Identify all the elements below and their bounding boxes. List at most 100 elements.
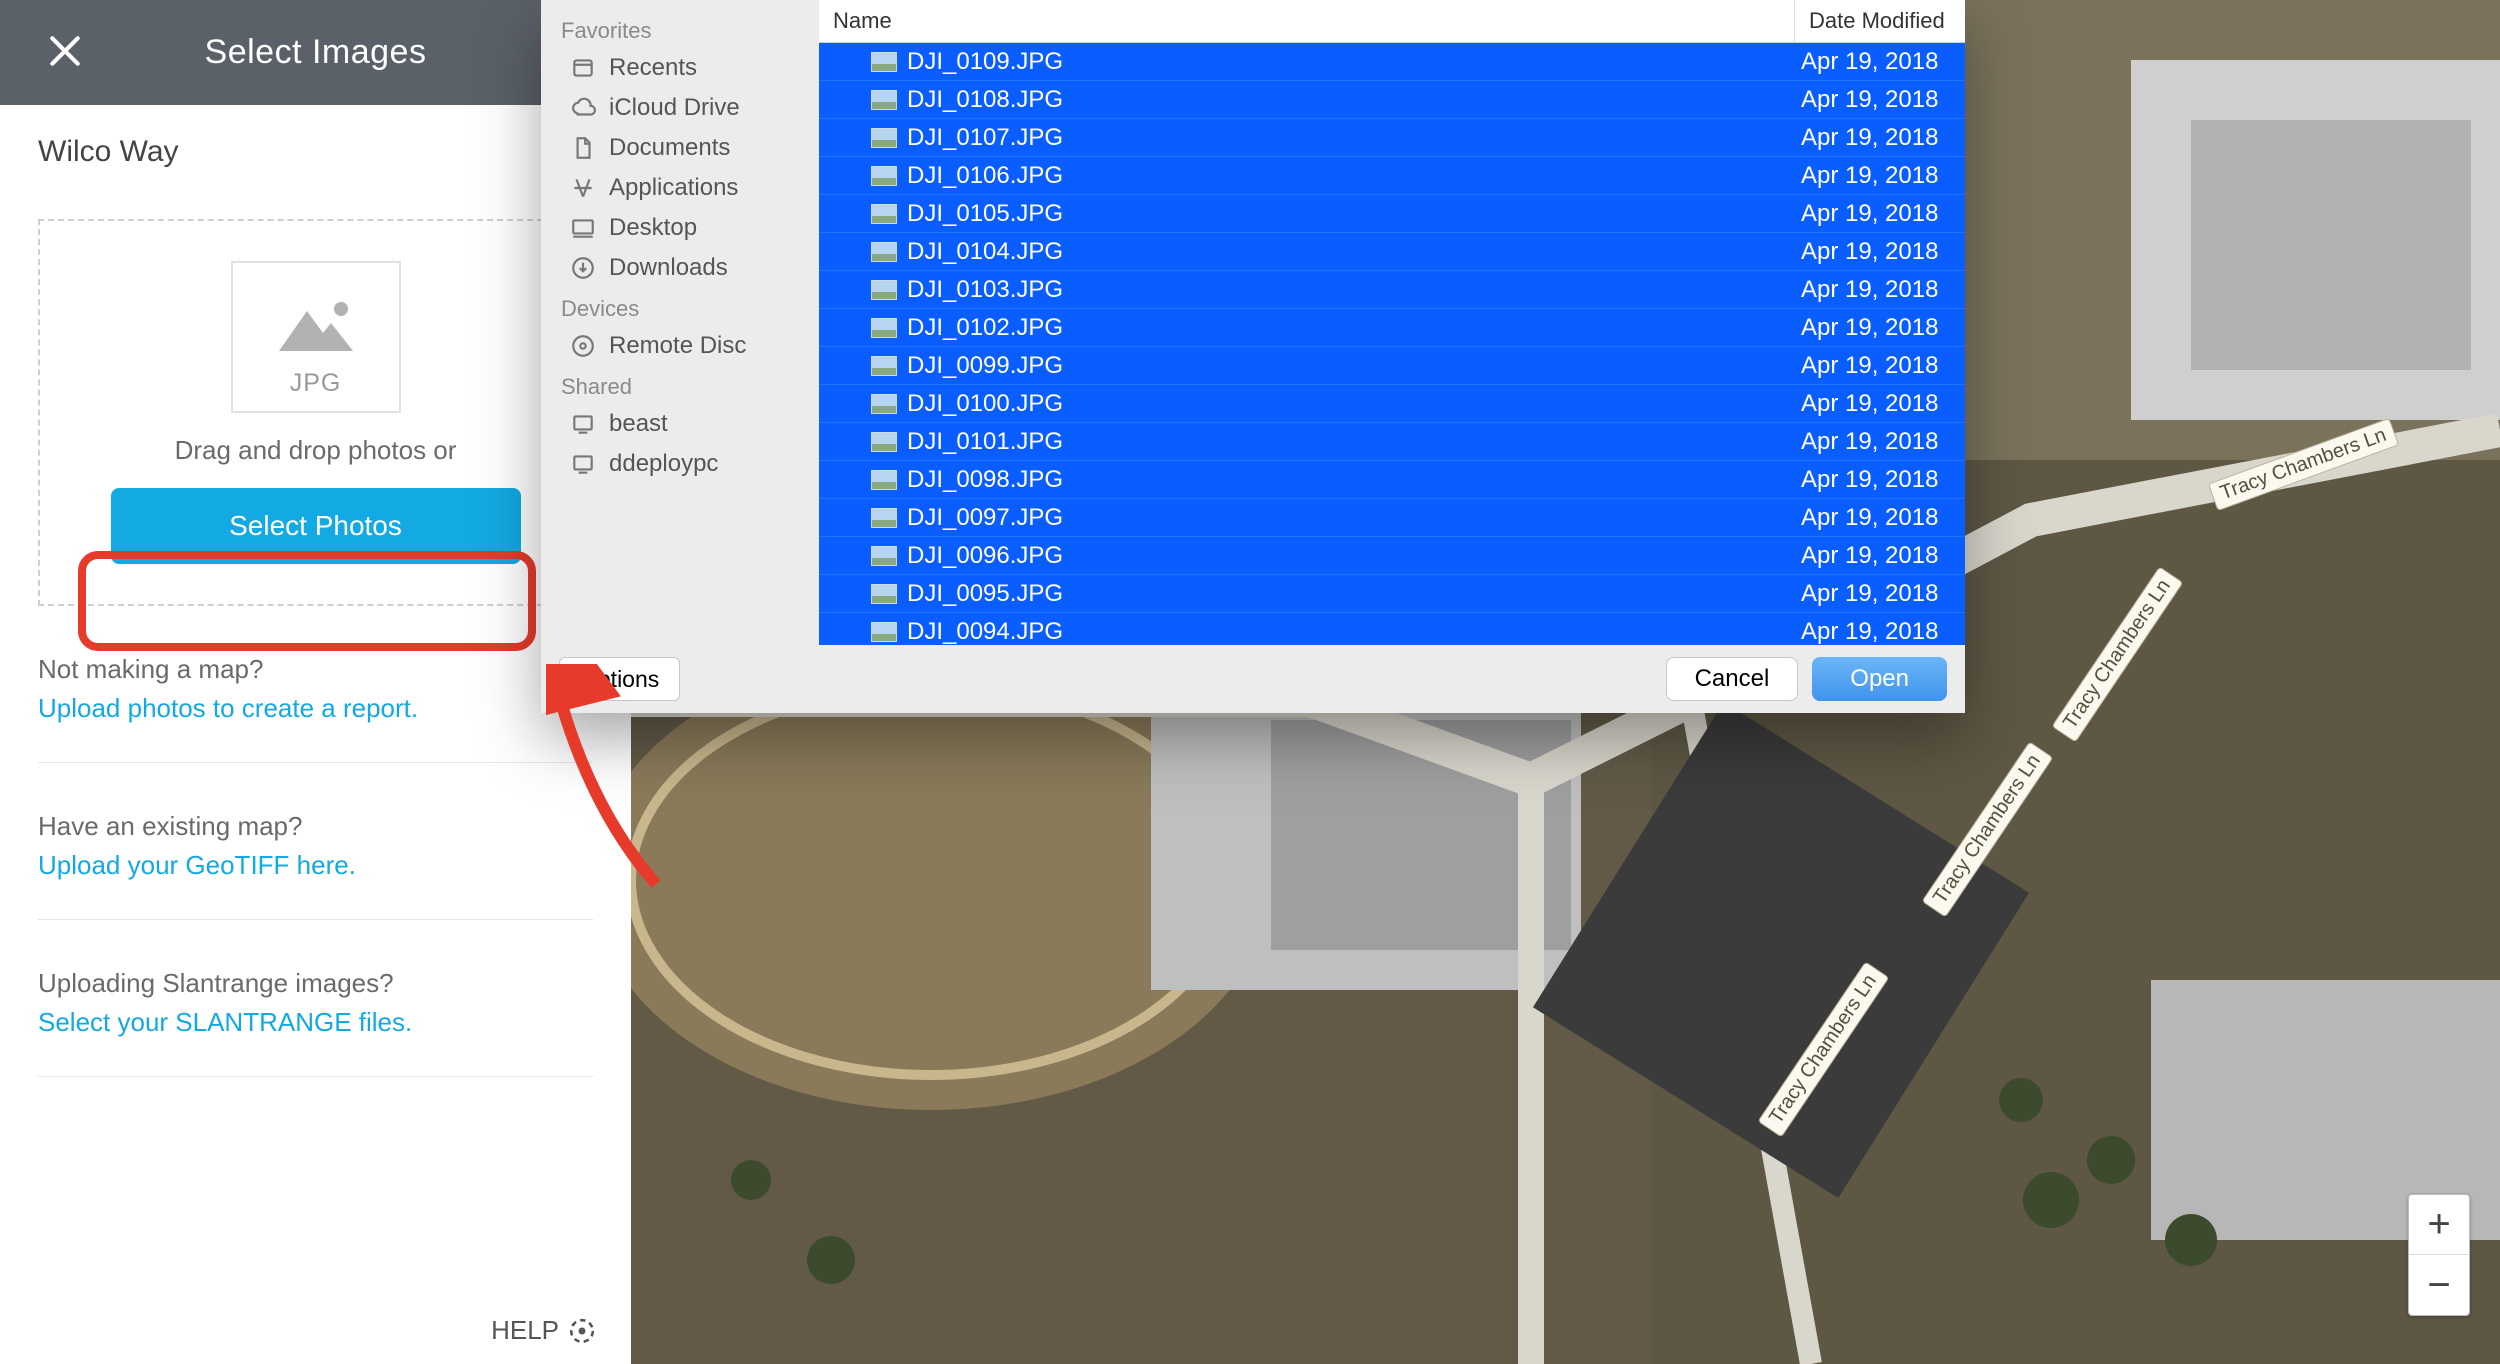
sidebar-item-favorites[interactable]: Applications <box>541 168 819 208</box>
project-name: Wilco Way <box>38 135 593 169</box>
file-row[interactable]: DJI_0097.JPG Apr 19, 2018 <box>819 499 1965 537</box>
zoom-in-button[interactable]: + <box>2409 1195 2469 1255</box>
filetype-label: JPG <box>290 369 342 398</box>
open-button[interactable]: Open <box>1812 657 1947 701</box>
help-icon <box>569 1318 595 1344</box>
file-name: DJI_0098.JPG <box>907 466 1063 494</box>
info-link[interactable]: Select your SLANTRANGE files. <box>38 1007 412 1037</box>
file-date: Apr 19, 2018 <box>1795 542 1965 570</box>
image-file-icon <box>871 52 897 72</box>
dropzone-text: Drag and drop photos or <box>90 435 541 466</box>
sidebar-item-favorites[interactable]: iCloud Drive <box>541 88 819 128</box>
file-row[interactable]: DJI_0108.JPGApr 19, 2018 <box>819 81 1965 119</box>
photo-dropzone[interactable]: JPG Drag and drop photos or Select Photo… <box>38 219 593 606</box>
image-file-icon <box>871 394 897 414</box>
sidebar-item-shared[interactable]: ddeploypc <box>541 444 819 484</box>
sidebar-item-label: iCloud Drive <box>609 94 740 122</box>
zoom-out-button[interactable]: − <box>2409 1255 2469 1315</box>
sidebar-heading-favorites: Favorites <box>541 10 819 48</box>
sidebar-item-favorites[interactable]: Recents <box>541 48 819 88</box>
sidebar-item-label: Downloads <box>609 254 728 282</box>
file-row[interactable]: DJI_0102.JPG Apr 19, 2018 <box>819 309 1965 347</box>
file-row[interactable]: DJI_0096.JPG Apr 19, 2018 <box>819 537 1965 575</box>
file-name: DJI_0095.JPG <box>907 580 1063 608</box>
zoom-control: + − <box>2408 1194 2470 1316</box>
sidebar-item-label: Desktop <box>609 214 697 242</box>
info-link[interactable]: Upload your GeoTIFF here. <box>38 850 356 880</box>
sidebar-item-label: Recents <box>609 54 697 82</box>
sidebar-item-favorites[interactable]: Downloads <box>541 248 819 288</box>
sidebar-heading-shared: Shared <box>541 366 819 404</box>
help-label: HELP <box>491 1315 559 1346</box>
file-name: DJI_0104.JPG <box>907 238 1063 266</box>
sidebar-item-label: beast <box>609 410 668 438</box>
sidebar-item-label: Documents <box>609 134 730 162</box>
file-name: DJI_0102.JPG <box>907 314 1063 342</box>
info-block: Not making a map?Upload photos to create… <box>38 654 593 763</box>
cancel-button[interactable]: Cancel <box>1666 657 1799 701</box>
file-date: Apr 19, 2018 <box>1795 238 1965 266</box>
close-icon[interactable] <box>42 28 88 74</box>
column-date[interactable]: Date Modified <box>1795 0 1965 42</box>
image-file-icon <box>871 546 897 566</box>
image-file-icon <box>871 470 897 490</box>
file-list[interactable]: DJI_0109.JPGApr 19, 2018DJI_0108.JPGApr … <box>819 43 1965 645</box>
file-name: DJI_0094.JPG <box>907 618 1063 646</box>
file-row[interactable]: DJI_0100.JPG Apr 19, 2018 <box>819 385 1965 423</box>
beast-icon <box>569 410 597 438</box>
file-date: Apr 19, 2018 <box>1795 86 1965 114</box>
file-row[interactable]: DJI_0095.JPG Apr 19, 2018 <box>819 575 1965 613</box>
file-date: Apr 19, 2018 <box>1795 504 1965 532</box>
file-date: Apr 19, 2018 <box>1795 48 1965 76</box>
help-button[interactable]: HELP <box>491 1315 595 1346</box>
file-name: DJI_0109.JPG <box>907 48 1063 76</box>
file-date: Apr 19, 2018 <box>1795 466 1965 494</box>
file-name: DJI_0100.JPG <box>907 390 1063 418</box>
sidebar-item-favorites[interactable]: Documents <box>541 128 819 168</box>
file-name: DJI_0105.JPG <box>907 200 1063 228</box>
recents-icon <box>569 54 597 82</box>
image-file-icon <box>871 622 897 642</box>
sidebar-item-favorites[interactable]: Desktop <box>541 208 819 248</box>
file-date: Apr 19, 2018 <box>1795 124 1965 152</box>
file-row[interactable]: DJI_0106.JPGApr 19, 2018 <box>819 157 1965 195</box>
file-name: DJI_0099.JPG <box>907 352 1063 380</box>
file-list-header[interactable]: Name Date Modified <box>819 0 1965 43</box>
file-row[interactable]: DJI_0098.JPG Apr 19, 2018 <box>819 461 1965 499</box>
info-block: Uploading Slantrange images?Select your … <box>38 968 593 1077</box>
file-row[interactable]: DJI_0105.JPGApr 19, 2018 <box>819 195 1965 233</box>
file-date: Apr 19, 2018 <box>1795 352 1965 380</box>
sidebar-item-shared[interactable]: beast <box>541 404 819 444</box>
panel-title: Select Images <box>0 33 631 72</box>
remote-disc-icon <box>569 332 597 360</box>
file-name: DJI_0096.JPG <box>907 542 1063 570</box>
file-date: Apr 19, 2018 <box>1795 428 1965 456</box>
file-name: DJI_0097.JPG <box>907 504 1063 532</box>
column-name[interactable]: Name <box>819 0 1795 42</box>
file-name: DJI_0103.JPG <box>907 276 1063 304</box>
file-row[interactable]: DJI_0109.JPG Apr 19, 2018 <box>819 43 1965 81</box>
sidebar-item-label: Remote Disc <box>609 332 746 360</box>
file-date: Apr 19, 2018 <box>1795 390 1965 418</box>
file-date: Apr 19, 2018 <box>1795 314 1965 342</box>
select-images-panel: Select Images Wilco Way JPG Drag and dro… <box>0 0 631 1364</box>
file-date: Apr 19, 2018 <box>1795 580 1965 608</box>
file-row[interactable]: DJI_0094.JPG Apr 19, 2018 <box>819 613 1965 645</box>
filetype-tile: JPG <box>231 261 401 413</box>
documents-icon <box>569 134 597 162</box>
image-file-icon <box>871 508 897 528</box>
dialog-sidebar: Favorites Recents iCloud Drive Documents Ap… <box>541 0 819 645</box>
file-row[interactable]: DJI_0104.JPG Apr 19, 2018 <box>819 233 1965 271</box>
file-row[interactable]: DJI_0103.JPGApr 19, 2018 <box>819 271 1965 309</box>
image-file-icon <box>871 584 897 604</box>
file-row[interactable]: DJI_0099.JPG Apr 19, 2018 <box>819 347 1965 385</box>
image-file-icon <box>871 242 897 262</box>
file-row[interactable]: DJI_0101.JPGApr 19, 2018 <box>819 423 1965 461</box>
file-row[interactable]: DJI_0107.JPGApr 19, 2018 <box>819 119 1965 157</box>
options-button[interactable]: Options <box>559 657 680 701</box>
file-date: Apr 19, 2018 <box>1795 618 1965 646</box>
select-photos-button[interactable]: Select Photos <box>111 488 521 564</box>
image-file-icon <box>871 166 897 186</box>
info-link[interactable]: Upload photos to create a report. <box>38 693 418 723</box>
sidebar-item-devices[interactable]: Remote Disc <box>541 326 819 366</box>
